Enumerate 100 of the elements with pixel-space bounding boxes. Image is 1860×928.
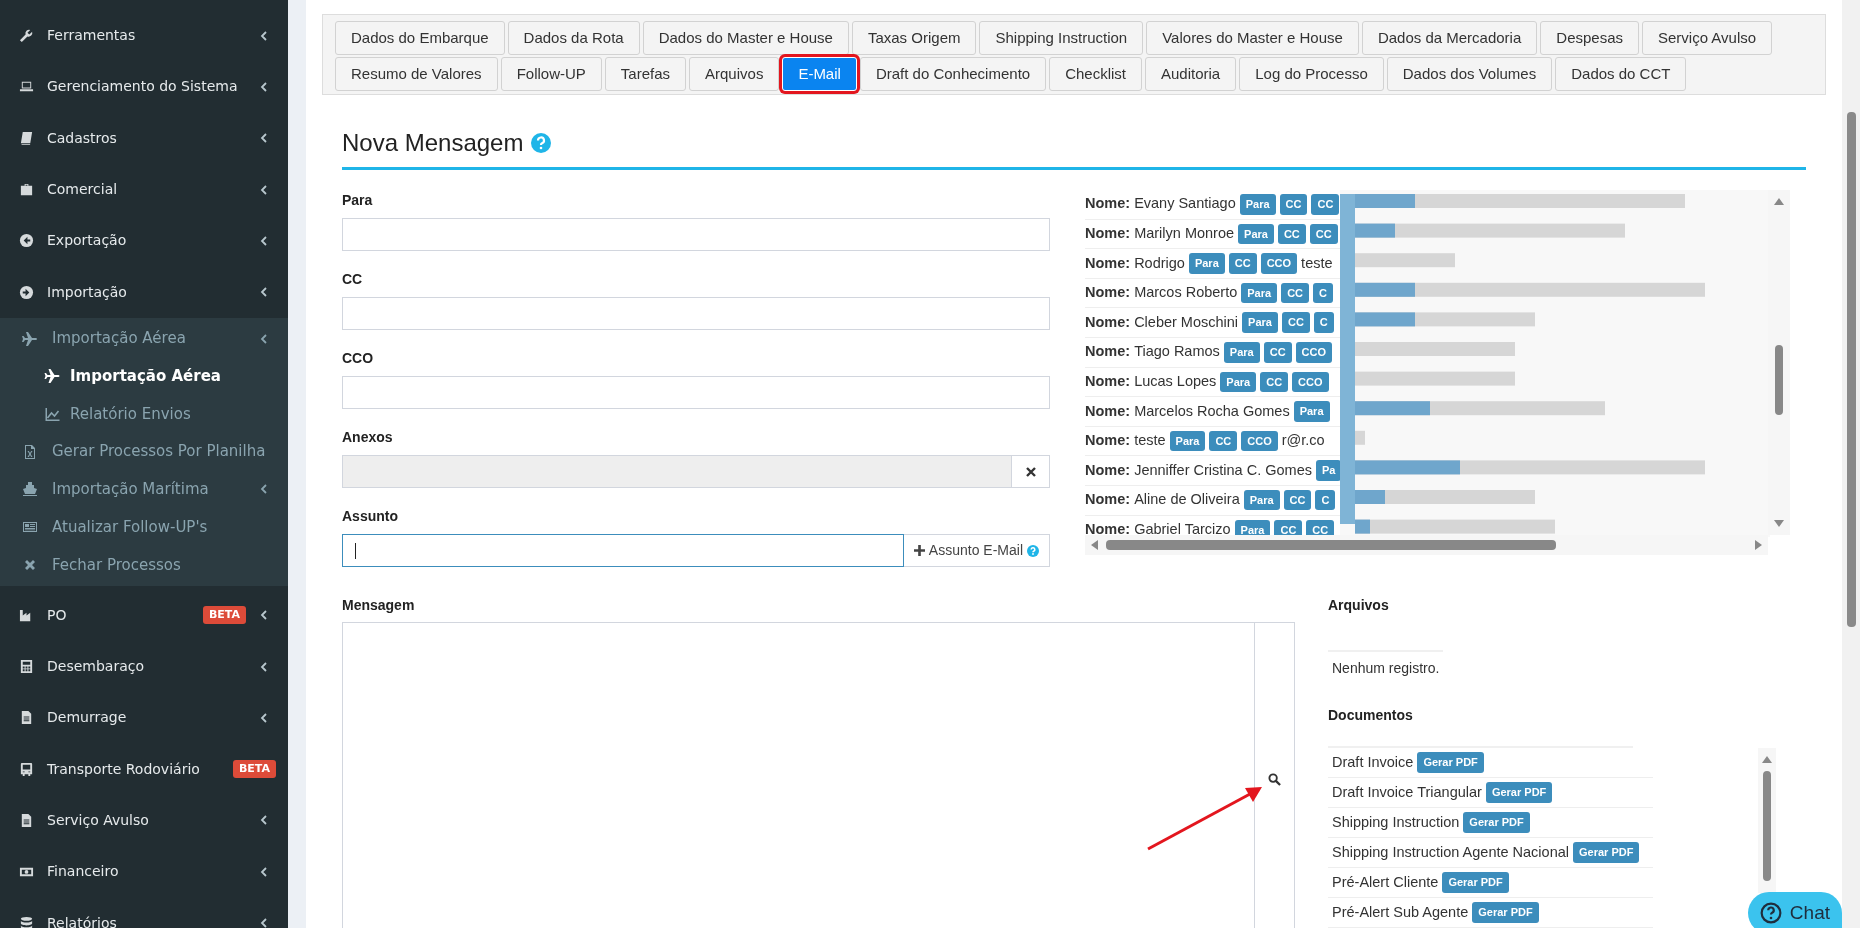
scrollbar[interactable] [1085, 535, 1768, 555]
recipient-tag[interactable]: Para [1242, 312, 1278, 333]
recipient-tag[interactable]: Para [1243, 490, 1280, 511]
submenu-item[interactable]: Relatório Envios [0, 395, 288, 433]
recipient-tag[interactable]: Pa [1315, 460, 1342, 481]
contact-name: Tiago Ramos [1134, 342, 1220, 362]
scrollbar[interactable] [1758, 748, 1776, 893]
sidebar-item[interactable]: Cadastros [0, 112, 288, 164]
recipient-tag[interactable]: CC [1306, 519, 1335, 535]
recipient-tag[interactable]: Para [1169, 430, 1206, 452]
sidebar-item[interactable]: Ferramentas [0, 10, 288, 62]
recipient-tag[interactable]: CC [1228, 253, 1257, 274]
tab[interactable]: Tarefas [604, 57, 686, 91]
contact-name: Marilyn Monroe [1134, 224, 1235, 243]
generate-pdf-button[interactable]: Gerar PDF [1472, 902, 1539, 923]
document-icon [19, 710, 34, 726]
recipient-tag[interactable]: CC [1281, 282, 1310, 304]
recipient-tag[interactable]: C [1313, 312, 1334, 333]
tab[interactable]: Follow-UP [500, 57, 602, 91]
recipient-tag[interactable]: Para [1293, 401, 1330, 422]
tab[interactable]: Dados da Rota [507, 21, 640, 55]
submenu-item[interactable]: Importação Aérea [0, 319, 288, 358]
sidebar-item[interactable]: Comercial [0, 163, 288, 216]
input-field[interactable] [342, 534, 904, 567]
recipient-tag[interactable]: Para [1238, 223, 1274, 245]
recipient-tag[interactable]: Para [1239, 194, 1276, 215]
sidebar-item[interactable]: Financeiro [0, 846, 288, 898]
recipient-tag[interactable]: C [1313, 282, 1333, 304]
beta-badge: BETA [232, 759, 276, 779]
tab[interactable]: Dados do CCT [1555, 57, 1687, 91]
tab[interactable]: E-Mail [782, 57, 857, 91]
tab[interactable]: Despesas [1540, 21, 1639, 55]
subject-template-button[interactable]: Assunto E-Mail [903, 534, 1050, 567]
submenu-item[interactable]: Importação Aérea [0, 357, 288, 396]
recipient-tag[interactable]: Para [1223, 342, 1260, 363]
tab[interactable]: Resumo de Valores [335, 57, 498, 91]
submenu-item[interactable]: Fechar Processos [0, 545, 288, 584]
generate-pdf-button[interactable]: Gerar PDF [1442, 872, 1509, 893]
recipient-tag[interactable]: CCO [1292, 371, 1329, 393]
help-icon[interactable] [531, 133, 552, 153]
generate-pdf-button[interactable]: Gerar PDF [1417, 752, 1484, 773]
generate-pdf-button[interactable]: Gerar PDF [1463, 812, 1530, 833]
document-name: Draft Invoice [1332, 752, 1414, 772]
contact-name: Marcos Roberto [1134, 283, 1238, 303]
page-scrollbar[interactable] [1842, 0, 1860, 928]
tab[interactable]: Arquivos [689, 57, 780, 91]
recipient-tag[interactable]: CC [1277, 223, 1306, 245]
submenu-item[interactable]: Atualizar Follow-UP's [0, 508, 288, 546]
recipient-tag[interactable]: Para [1234, 519, 1271, 535]
recipient-tag[interactable]: CC [1260, 371, 1289, 393]
search-icon[interactable] [1268, 773, 1281, 786]
sidebar-item[interactable]: Demurrage [0, 692, 288, 744]
submenu-item[interactable]: Gerar Processos Por Planilha [0, 432, 288, 471]
attachment-field[interactable] [342, 455, 1012, 488]
tab[interactable]: Dados do Embarque [335, 21, 505, 55]
chat-button[interactable]: Chat [1747, 892, 1842, 928]
tab[interactable]: Valores do Master e House [1146, 21, 1359, 55]
recipient-tag[interactable]: CC [1209, 430, 1238, 452]
document-name: Pré-Alert Sub Agente [1332, 902, 1469, 922]
recipient-tag[interactable]: CC [1279, 194, 1308, 215]
tab[interactable]: Dados do Master e House [642, 21, 849, 55]
recipient-tag[interactable]: CCO [1241, 430, 1278, 452]
tab[interactable]: Checklist [1049, 57, 1142, 91]
recipient-tag[interactable]: Para [1220, 371, 1257, 393]
tab[interactable]: Dados da Mercadoria [1361, 21, 1538, 55]
scrollbar[interactable] [1768, 190, 1790, 535]
recipient-tag[interactable]: CCO [1295, 342, 1333, 363]
tab[interactable]: Serviço Avulso [1642, 21, 1773, 55]
recipient-tag[interactable]: CC [1281, 312, 1310, 333]
tab[interactable]: Log do Processo [1239, 57, 1384, 91]
sidebar-item[interactable]: PO BETA [0, 589, 288, 641]
tab[interactable]: Shipping Instruction [979, 21, 1144, 55]
recipient-tag[interactable]: C [1315, 490, 1336, 511]
sidebar-item[interactable]: Desembaraço [0, 640, 288, 693]
recipient-tag[interactable]: CC [1274, 519, 1303, 535]
recipient-tag[interactable]: Para [1188, 253, 1225, 274]
tab[interactable]: Draft do Conhecimento [859, 57, 1047, 91]
arrow-right-circle-icon [19, 284, 34, 300]
recipient-tag[interactable]: CC [1309, 223, 1338, 245]
document-name: Draft Invoice Triangular [1332, 782, 1482, 802]
sidebar-item[interactable]: Importação [0, 266, 288, 318]
recipient-tag[interactable]: CCO [1260, 253, 1298, 274]
sidebar-item[interactable]: Serviço Avulso [0, 794, 288, 847]
generate-pdf-button[interactable]: Gerar PDF [1485, 782, 1553, 803]
recipient-tag[interactable]: CC [1263, 342, 1292, 363]
sidebar-item[interactable]: Transporte Rodoviário BETA [0, 743, 288, 795]
recipient-tag[interactable]: Para [1241, 282, 1278, 304]
clear-button[interactable] [1012, 455, 1050, 488]
tab[interactable]: Taxas Origem [851, 21, 977, 55]
recipient-tag[interactable]: CC [1283, 490, 1312, 511]
tab[interactable]: Auditoria [1145, 57, 1237, 91]
recipient-tag[interactable]: CC [1311, 194, 1340, 215]
generate-pdf-button[interactable]: Gerar PDF [1573, 842, 1640, 863]
submenu-item[interactable]: Importação Marítima [0, 470, 288, 509]
document-name: Shipping Instruction Agente Nacional [1332, 842, 1569, 862]
contact-label: Nome: [1085, 342, 1131, 362]
tab[interactable]: Dados dos Volumes [1386, 57, 1553, 91]
sidebar-item[interactable]: Exportação [0, 215, 288, 267]
sidebar-item[interactable]: Relatórios [0, 897, 288, 928]
sidebar-item[interactable]: Gerenciamento do Sistema [0, 61, 288, 113]
